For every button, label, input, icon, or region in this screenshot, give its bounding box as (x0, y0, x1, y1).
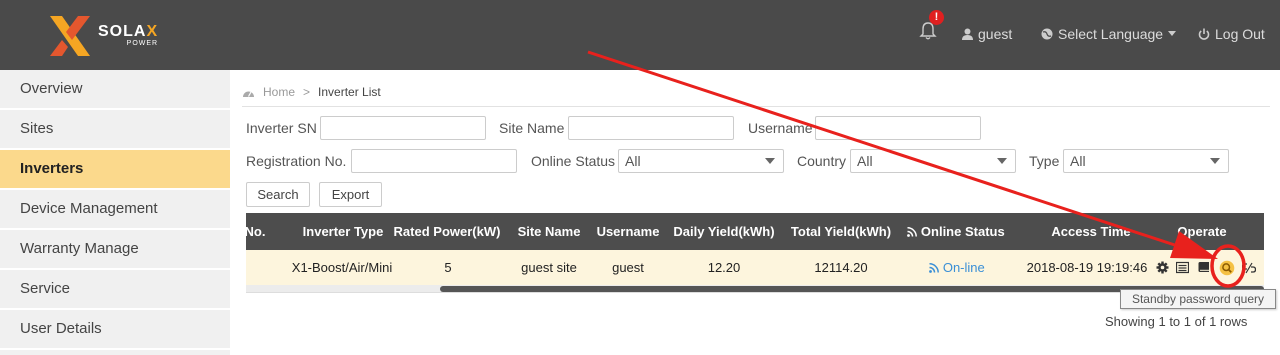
rss-icon (907, 227, 918, 237)
export-button[interactable]: Export (319, 182, 382, 207)
list-icon[interactable] (1176, 261, 1189, 274)
col-total-yield[interactable]: Total Yield(kWh) (788, 213, 894, 250)
top-header: SOLAX POWER ! guest Select Language Log … (0, 0, 1280, 70)
table-header: No. Inverter Type Rated Power(kW) Site N… (244, 213, 1264, 250)
caret-down-icon (997, 158, 1007, 164)
cell-inverter-type: X1-Boost/Air/Mini (291, 260, 393, 275)
sidebar: Overview Sites Inverters Device Manageme… (0, 70, 230, 355)
col-operate: Operate (1177, 224, 1227, 239)
type-select[interactable]: All (1063, 149, 1229, 173)
dashboard-icon (243, 91, 254, 97)
sidebar-item-service[interactable]: Service (0, 270, 230, 310)
table-row[interactable]: X1-Boost/Air/Mini 5 guest site guest 12.… (246, 250, 1264, 285)
notification-badge: ! (929, 10, 944, 25)
sidebar-item-user-details[interactable]: User Details (0, 310, 230, 350)
unlink-icon[interactable] (1242, 261, 1256, 275)
col-rated-power[interactable]: Rated Power(kW) (392, 213, 502, 250)
site-name-input[interactable] (568, 116, 734, 140)
solax-x-icon (50, 16, 90, 56)
cell-rated-power: 5 (444, 260, 452, 275)
cell-daily-yield: 12.20 (707, 260, 741, 275)
online-status-label: Online Status (531, 153, 616, 169)
col-access-time[interactable]: Access Time (1026, 213, 1156, 250)
search-button[interactable]: Search (246, 182, 310, 207)
book-icon[interactable] (1198, 261, 1211, 274)
globe-icon (1041, 28, 1053, 40)
sidebar-item-sites[interactable]: Sites (0, 110, 230, 150)
user-name: guest (978, 26, 1013, 42)
breadcrumb-current: Inverter List (318, 85, 381, 99)
caret-down-icon (1168, 31, 1177, 36)
gear-icon[interactable] (1156, 261, 1169, 274)
caret-down-icon (1210, 158, 1220, 164)
type-label: Type (1029, 153, 1060, 169)
online-status-select[interactable]: All (618, 149, 784, 173)
cell-site-name: guest site (521, 260, 577, 275)
registration-no-input[interactable] (351, 149, 517, 173)
col-online-status-label: Online Status (920, 224, 1005, 239)
logout-link[interactable]: Log Out (1198, 26, 1265, 42)
breadcrumb-separator: > (303, 85, 311, 99)
cell-online-status[interactable]: On-line (926, 250, 988, 285)
sidebar-item-device-management[interactable]: Device Management (0, 190, 230, 230)
logout-label: Log Out (1215, 26, 1265, 42)
sidebar-item-overview[interactable]: Overview (0, 70, 230, 110)
online-status-text: On-line (942, 260, 985, 275)
cell-total-yield: 12114.20 (814, 260, 868, 275)
country-label: Country (797, 153, 847, 169)
breadcrumb: Home > Inverter List (242, 85, 381, 99)
power-icon (1198, 28, 1210, 40)
language-selector[interactable]: Select Language (1041, 26, 1177, 42)
col-site-name[interactable]: Site Name (512, 213, 586, 250)
registration-no-label: Registration No. (246, 153, 347, 169)
type-value: All (1070, 153, 1086, 169)
col-no[interactable]: No. (244, 213, 266, 250)
rss-icon (929, 263, 940, 273)
cell-username: guest (612, 260, 644, 275)
col-daily-yield[interactable]: Daily Yield(kWh) (670, 213, 778, 250)
user-icon (962, 28, 973, 40)
country-select[interactable]: All (850, 149, 1016, 173)
language-label: Select Language (1058, 26, 1164, 42)
caret-down-icon (765, 158, 775, 164)
breadcrumb-home[interactable]: Home (263, 85, 295, 99)
site-name-label: Site Name (499, 120, 565, 136)
col-username[interactable]: Username (593, 213, 663, 250)
inverter-sn-input[interactable] (320, 116, 486, 140)
col-online-status[interactable]: Online Status (906, 213, 1006, 250)
country-value: All (857, 153, 873, 169)
tooltip-standby-password: Standby password query (1120, 289, 1276, 309)
sidebar-item-warranty-manage[interactable]: Warranty Manage (0, 230, 230, 270)
table-horizontal-scrollbar[interactable] (246, 285, 1264, 293)
solax-logo[interactable]: SOLAX POWER (48, 13, 198, 59)
sidebar-item-inverters[interactable]: Inverters (0, 150, 230, 190)
username-input[interactable] (815, 116, 981, 140)
username-label: Username (748, 120, 813, 136)
cell-access-time: 2018-08-19 19:19:46 (1026, 260, 1148, 275)
inverter-sn-label: Inverter SN (246, 120, 317, 136)
search-icon[interactable] (1219, 260, 1235, 276)
logo-wordmark: SOLAX POWER (98, 23, 159, 48)
pagination-summary: Showing 1 to 1 of 1 rows (1105, 314, 1248, 329)
breadcrumb-divider (242, 106, 1270, 107)
online-status-value: All (625, 153, 641, 169)
user-menu[interactable]: guest (962, 26, 1012, 42)
col-inverter-type[interactable]: Inverter Type (280, 213, 406, 250)
